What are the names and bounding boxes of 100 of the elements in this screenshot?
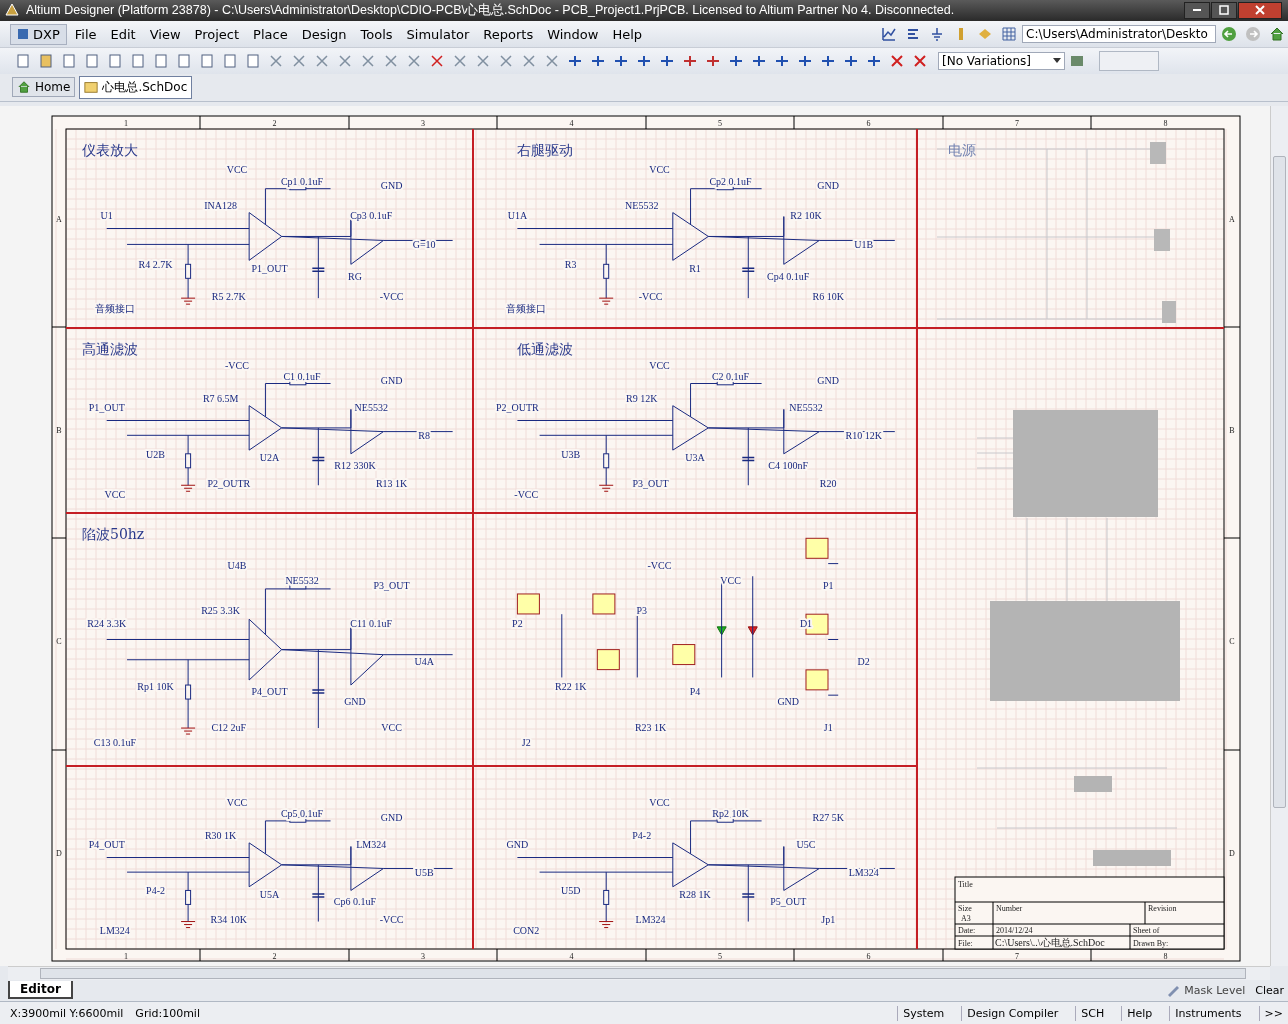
component-label: P3 (636, 604, 647, 616)
empty-dropdown[interactable] (1099, 51, 1159, 72)
new-document-icon[interactable] (15, 53, 31, 70)
title-block-label: Size (958, 903, 972, 913)
close-icon (1255, 5, 1265, 16)
document-tab[interactable]: Home (12, 77, 76, 98)
title-block-label: Title (958, 879, 973, 889)
variations-dropdown[interactable]: [No Variations] (938, 52, 1065, 71)
component-label: U1A (507, 209, 528, 221)
menu-item[interactable]: Place (247, 24, 294, 44)
grid-size: Grid:100mil (135, 1006, 200, 1020)
panel-button[interactable]: Instruments (1169, 1005, 1247, 1021)
path-field[interactable]: C:\Users\Administrator\Deskto (1022, 25, 1216, 44)
zone-label: 8 (1163, 118, 1168, 128)
component-label: U4B (227, 559, 247, 571)
component-label: R6 10K (812, 290, 844, 302)
component-label: GND (506, 839, 529, 851)
menu-item[interactable]: Reports (477, 24, 540, 44)
component-label: J1 (823, 721, 833, 733)
component-label: U1B (854, 239, 874, 251)
home-icon[interactable] (1269, 26, 1285, 43)
component-label: Cp6 0.1uF (333, 895, 377, 907)
component-label: R20 (819, 477, 837, 489)
title-block-value: 2014/12/24 (996, 925, 1033, 935)
zone-label: A (56, 214, 62, 224)
menu-item[interactable]: File (68, 24, 103, 44)
zone-label: 1 (124, 951, 128, 961)
panel-button[interactable]: System (897, 1005, 950, 1021)
component-label: P1_OUT (88, 401, 125, 413)
menu-item[interactable]: Design (295, 24, 353, 44)
component-label: U2A (259, 451, 280, 463)
section-title: 仪表放大 (82, 141, 138, 158)
component-label: VCC (226, 163, 248, 175)
minimize-button[interactable] (1184, 1, 1210, 19)
menu-item[interactable]: Edit (104, 24, 142, 44)
zone-label: D (56, 848, 62, 858)
component-label: P5_OUT (770, 895, 807, 907)
title-block-label: Date: (958, 925, 976, 935)
component-label: U2B (146, 448, 165, 460)
vertical-scrollbar[interactable] (1270, 105, 1288, 966)
zone-label: 4 (569, 951, 574, 961)
component-label: P4_OUT (251, 685, 288, 697)
section-title: 右腿驱动 (517, 141, 574, 158)
close-button[interactable] (1238, 1, 1282, 19)
title-block-value: A3 (961, 913, 971, 923)
app-logo-icon (4, 2, 20, 19)
component-label: R27 5K (812, 811, 844, 823)
panel-tab[interactable]: Editor (8, 981, 73, 1000)
document-tab[interactable]: 心电总.SchDoc (79, 75, 193, 99)
component-label: D1 (799, 617, 813, 629)
component-label: Jp1 (821, 914, 836, 926)
clear-button[interactable]: Clear (1251, 983, 1288, 997)
panel-button[interactable]: >> (1258, 1005, 1288, 1021)
component-label: R24 3.3K (87, 617, 127, 629)
component-label: R8 (418, 429, 430, 441)
zone-label: B (1229, 425, 1235, 435)
panel-button[interactable]: Help (1121, 1005, 1158, 1021)
panel-button[interactable]: Design Compiler (961, 1005, 1064, 1021)
chart-icon[interactable] (881, 26, 897, 43)
menu-item[interactable]: Simulator (400, 24, 476, 44)
title-block-value: C:\Users\..\心电总.SchDoc (995, 936, 1105, 948)
component-label: GND (817, 374, 840, 386)
menu-item[interactable]: Project (188, 24, 246, 44)
component-label: VCC (104, 488, 126, 500)
section-title: 低通滤波 (517, 340, 574, 357)
component-label: -VCC (638, 290, 663, 302)
component-label: R3 (564, 259, 577, 270)
home-icon (17, 80, 31, 95)
schematic-canvas[interactable] (0, 105, 1270, 966)
component-label: C11 0.1uF (350, 617, 393, 629)
grid-icon[interactable] (1001, 26, 1017, 43)
component-label: R23 1K (634, 721, 667, 733)
component-label: Cp4 0.1uF (767, 270, 810, 282)
component-label: VCC (649, 359, 670, 371)
component-label: 音频接口 (506, 302, 547, 314)
component-label: LM324 (356, 839, 387, 851)
menu-item[interactable]: Tools (354, 24, 399, 44)
zone-label: 4 (569, 118, 574, 128)
maximize-button[interactable] (1211, 1, 1237, 19)
component-label: 音频接口 (94, 302, 135, 314)
component-label: LM324 (848, 866, 879, 878)
component-label: -VCC (225, 359, 249, 371)
component-label: R34 10K (210, 914, 247, 926)
component-label: LM324 (635, 914, 666, 926)
zone-label: 6 (866, 951, 871, 961)
component-label: R1 (689, 263, 701, 274)
menu-item[interactable]: Help (606, 24, 649, 44)
mask-level-label[interactable]: Mask Level (1184, 983, 1246, 997)
title-block-label: Sheet of (1133, 925, 1160, 935)
dxp-menu[interactable]: DXP (10, 23, 67, 45)
section-title: 高通滤波 (82, 340, 138, 357)
menu-item[interactable]: View (143, 24, 187, 44)
component-label: -VCC (514, 488, 539, 500)
component-label: R30 1K (204, 829, 237, 841)
component-label: VCC (649, 163, 670, 175)
panel-button[interactable]: SCH (1075, 1005, 1110, 1021)
menu-item[interactable]: Window (541, 24, 605, 44)
component-label: P4-2 (146, 884, 165, 896)
maximize-icon (1219, 5, 1229, 16)
component-label: VCC (381, 721, 402, 733)
